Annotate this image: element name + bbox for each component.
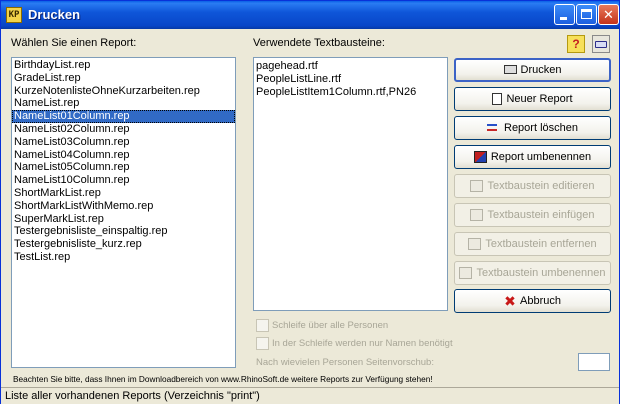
loop-all-persons-checkbox[interactable] [256, 319, 269, 332]
title-bar[interactable]: KP Drucken ✕ [1, 1, 619, 29]
download-note: Beachten Sie bitte, dass Ihnen im Downlo… [13, 374, 433, 384]
remove-text-block-icon [468, 238, 482, 250]
report-list[interactable]: BirthdayList.rep GradeList.rep KurzeNotenl… [11, 57, 236, 368]
remove-text-block-label: Textbaustein entfernen [485, 238, 597, 250]
rename-text-block-label: Textbaustein umbenennen [476, 267, 606, 279]
cancel-label: Abbruch [520, 295, 561, 307]
maximize-icon [581, 9, 592, 19]
about-icon[interactable] [592, 35, 610, 53]
app-icon: KP [6, 7, 22, 23]
report-list-item[interactable]: NameList01Column.rep [12, 110, 235, 123]
delete-report-button[interactable]: Report löschen [454, 116, 611, 140]
print-button-label: Drucken [520, 64, 562, 76]
text-block-list[interactable]: pagehead.rtf PeopleListLine.rtf PeopleList… [253, 57, 448, 311]
printer-icon [503, 64, 517, 74]
report-list-item[interactable]: NameList05Column.rep [12, 161, 235, 174]
report-list-item[interactable]: KurzeNotenlisteOhneKurzarbeiten.rep [12, 85, 235, 98]
report-list-label: Wählen Sie einen Report: [11, 37, 137, 49]
report-list-item[interactable]: NameList10Column.rep [12, 174, 235, 187]
minimize-button[interactable] [554, 4, 575, 25]
cancel-button[interactable]: ✖ Abbruch [454, 289, 611, 313]
report-list-item[interactable]: NameList02Column.rep [12, 123, 235, 136]
print-button[interactable]: Drucken [454, 58, 611, 82]
delete-report-label: Report löschen [504, 122, 578, 134]
loop-all-persons-label: Schleife über alle Personen [272, 320, 389, 331]
window-title: Drucken [28, 7, 81, 22]
page-break-label: Nach wievielen Personen Seitenvorschub: [256, 357, 434, 368]
close-icon: ✕ [603, 7, 614, 22]
report-list-item[interactable]: NameList03Column.rep [12, 136, 235, 149]
delete-report-icon [487, 122, 500, 134]
text-block-list-item[interactable]: PeopleListItem1Column.rtf,PN26 [254, 86, 447, 99]
new-document-icon [492, 93, 503, 105]
rename-text-block-button[interactable]: Textbaustein umbenennen [454, 261, 611, 285]
maximize-button[interactable] [576, 4, 597, 25]
rename-report-icon [473, 151, 487, 163]
print-dialog-window: KP Drucken ✕ Wählen Sie einen Report: Ve… [0, 0, 620, 404]
report-list-item[interactable]: BirthdayList.rep [12, 59, 235, 72]
remove-text-block-button[interactable]: Textbaustein entfernen [454, 232, 611, 256]
insert-text-block-icon [470, 209, 484, 221]
edit-text-block-label: Textbaustein editieren [487, 180, 595, 192]
rename-report-button[interactable]: Report umbenennen [454, 145, 611, 169]
page-break-input[interactable] [578, 353, 610, 371]
names-only-checkbox[interactable] [256, 337, 269, 350]
minimize-icon [560, 17, 567, 20]
book-icon [595, 41, 607, 48]
report-list-item[interactable]: SuperMarkList.rep [12, 213, 235, 226]
rename-text-block-icon [459, 267, 473, 279]
text-block-list-item[interactable]: pagehead.rtf [254, 60, 447, 73]
report-list-item[interactable]: TestList.rep [12, 251, 235, 264]
text-block-list-item[interactable]: PeopleListLine.rtf [254, 73, 447, 86]
rename-report-label: Report umbenennen [490, 151, 592, 163]
new-report-label: Neuer Report [506, 93, 573, 105]
edit-text-block-button[interactable]: Textbaustein editieren [454, 174, 611, 198]
text-blocks-label: Verwendete Textbausteine: [253, 37, 385, 49]
report-list-item[interactable]: ShortMarkListWithMemo.rep [12, 200, 235, 213]
report-list-item[interactable]: Testergebnisliste_kurz.rep [12, 238, 235, 251]
report-list-item[interactable]: NameList04Column.rep [12, 149, 235, 162]
edit-text-block-icon [470, 180, 484, 192]
close-button[interactable]: ✕ [598, 4, 619, 25]
report-list-item[interactable]: NameList.rep [12, 97, 235, 110]
status-bar: Liste aller vorhandenen Reports (Verzeic… [1, 387, 619, 404]
report-list-item[interactable]: Testergebnisliste_einspaltig.rep [12, 225, 235, 238]
report-list-item[interactable]: GradeList.rep [12, 72, 235, 85]
new-report-button[interactable]: Neuer Report [454, 87, 611, 111]
insert-text-block-label: Textbaustein einfügen [487, 209, 595, 221]
cancel-x-icon: ✖ [504, 293, 516, 309]
names-only-label: In der Schleife werden nur Namen benötig… [272, 338, 453, 349]
insert-text-block-button[interactable]: Textbaustein einfügen [454, 203, 611, 227]
report-list-item[interactable]: ShortMarkList.rep [12, 187, 235, 200]
help-icon[interactable]: ? [567, 35, 585, 53]
